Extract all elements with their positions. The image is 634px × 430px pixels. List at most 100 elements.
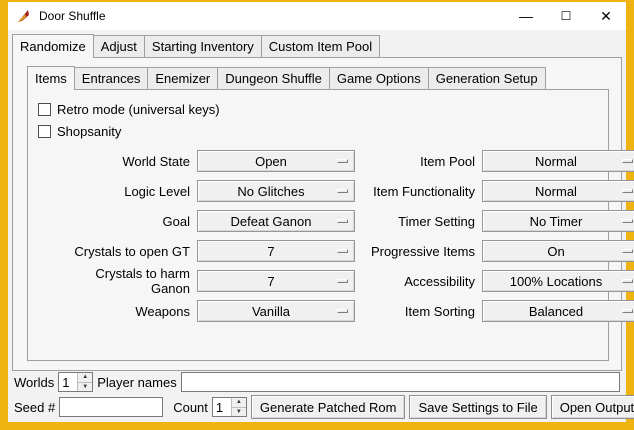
tab-custom-item-pool[interactable]: Custom Item Pool bbox=[261, 35, 380, 57]
tab-game-options[interactable]: Game Options bbox=[329, 67, 429, 89]
worlds-spin-arrows: ▲ ▼ bbox=[77, 373, 92, 391]
window-title: Door Shuffle bbox=[39, 9, 106, 23]
crystals-gt-row: Crystals to open GT 7 bbox=[54, 240, 355, 262]
worlds-spinbox[interactable]: ▲ ▼ bbox=[58, 372, 93, 392]
crystals-gt-dropdown[interactable]: 7 bbox=[197, 240, 355, 262]
logic-level-dropdown[interactable]: No Glitches bbox=[197, 180, 355, 202]
maximize-button[interactable]: ☐ bbox=[546, 2, 586, 30]
count-spinbox[interactable]: ▲ ▼ bbox=[212, 397, 247, 417]
main-tabs: Randomize Adjust Starting Inventory Cust… bbox=[12, 34, 622, 57]
worlds-row: Worlds ▲ ▼ Player names bbox=[14, 372, 620, 392]
open-output-button[interactable]: Open Output Directory bbox=[551, 395, 634, 419]
crystals-ganon-dropdown[interactable]: 7 bbox=[197, 270, 355, 292]
weapons-row: Weapons Vanilla bbox=[54, 300, 355, 322]
item-sorting-value: Balanced bbox=[483, 304, 634, 319]
titlebar: Door Shuffle — ☐ ✕ bbox=[8, 2, 626, 30]
tab-items[interactable]: Items bbox=[27, 66, 75, 90]
item-pool-dropdown[interactable]: Normal bbox=[482, 150, 634, 172]
count-input[interactable] bbox=[213, 398, 231, 416]
sub-tabs: Items Entrances Enemizer Dungeon Shuffle… bbox=[27, 66, 609, 89]
progressive-items-label: Progressive Items bbox=[369, 244, 482, 259]
dropdown-indicator-icon bbox=[337, 309, 348, 313]
bottom-controls: Worlds ▲ ▼ Player names Seed # Count bbox=[12, 372, 622, 420]
item-pool-label: Item Pool bbox=[369, 154, 482, 169]
dropdown-indicator-icon bbox=[622, 219, 633, 223]
shopsanity-label: Shopsanity bbox=[57, 124, 121, 139]
crystals-gt-label: Crystals to open GT bbox=[54, 244, 197, 259]
items-pane: Retro mode (universal keys) Shopsanity W… bbox=[27, 89, 609, 361]
spin-down-icon[interactable]: ▼ bbox=[78, 382, 92, 392]
spin-up-icon[interactable]: ▲ bbox=[78, 373, 92, 382]
crystals-ganon-label: Crystals to harm Ganon bbox=[54, 266, 197, 296]
worlds-label: Worlds bbox=[14, 375, 54, 390]
goal-label: Goal bbox=[54, 214, 197, 229]
dropdown-indicator-icon bbox=[622, 279, 633, 283]
world-state-value: Open bbox=[198, 154, 354, 169]
tab-enemizer[interactable]: Enemizer bbox=[147, 67, 218, 89]
progressive-items-dropdown[interactable]: On bbox=[482, 240, 634, 262]
goal-row: Goal Defeat Ganon bbox=[54, 210, 355, 232]
window-content: Randomize Adjust Starting Inventory Cust… bbox=[8, 30, 626, 422]
dropdown-indicator-icon bbox=[622, 159, 633, 163]
save-settings-button[interactable]: Save Settings to File bbox=[409, 395, 546, 419]
player-names-input[interactable] bbox=[181, 372, 620, 392]
item-sorting-label: Item Sorting bbox=[369, 304, 482, 319]
item-sorting-dropdown[interactable]: Balanced bbox=[482, 300, 634, 322]
dropdown-indicator-icon bbox=[337, 279, 348, 283]
crystals-ganon-row: Crystals to harm Ganon 7 bbox=[54, 270, 355, 292]
shopsanity-checkbox[interactable] bbox=[38, 125, 51, 138]
options-left-column: World State Open Logic Level No Glitches bbox=[54, 150, 355, 322]
item-pool-value: Normal bbox=[483, 154, 634, 169]
timer-setting-value: No Timer bbox=[483, 214, 634, 229]
generate-rom-button[interactable]: Generate Patched Rom bbox=[251, 395, 406, 419]
count-spin-arrows: ▲ ▼ bbox=[231, 398, 246, 416]
minimize-button[interactable]: — bbox=[506, 2, 546, 30]
tab-entrances[interactable]: Entrances bbox=[74, 67, 149, 89]
timer-setting-label: Timer Setting bbox=[369, 214, 482, 229]
options-right-column: Item Pool Normal Item Functionality Norm… bbox=[369, 150, 634, 322]
crystals-gt-value: 7 bbox=[198, 244, 354, 259]
item-sorting-row: Item Sorting Balanced bbox=[369, 300, 634, 322]
weapons-value: Vanilla bbox=[198, 304, 354, 319]
accessibility-row: Accessibility 100% Locations bbox=[369, 270, 634, 292]
tab-dungeon-shuffle[interactable]: Dungeon Shuffle bbox=[217, 67, 330, 89]
tab-adjust[interactable]: Adjust bbox=[93, 35, 145, 57]
logic-level-row: Logic Level No Glitches bbox=[54, 180, 355, 202]
app-icon[interactable] bbox=[16, 8, 32, 24]
seed-row: Seed # Count ▲ ▼ Generate Patched Rom Sa… bbox=[14, 395, 620, 419]
item-functionality-dropdown[interactable]: Normal bbox=[482, 180, 634, 202]
weapons-label: Weapons bbox=[54, 304, 197, 319]
logic-level-label: Logic Level bbox=[54, 184, 197, 199]
seed-input[interactable] bbox=[59, 397, 163, 417]
item-functionality-label: Item Functionality bbox=[369, 184, 482, 199]
shopsanity-row: Shopsanity bbox=[38, 120, 602, 142]
tab-starting-inventory[interactable]: Starting Inventory bbox=[144, 35, 262, 57]
tab-generation-setup[interactable]: Generation Setup bbox=[428, 67, 546, 89]
item-functionality-value: Normal bbox=[483, 184, 634, 199]
accessibility-dropdown[interactable]: 100% Locations bbox=[482, 270, 634, 292]
tab-randomize[interactable]: Randomize bbox=[12, 34, 94, 58]
timer-setting-row: Timer Setting No Timer bbox=[369, 210, 634, 232]
timer-setting-dropdown[interactable]: No Timer bbox=[482, 210, 634, 232]
retro-mode-label: Retro mode (universal keys) bbox=[57, 102, 220, 117]
item-functionality-row: Item Functionality Normal bbox=[369, 180, 634, 202]
spin-down-icon[interactable]: ▼ bbox=[232, 407, 246, 417]
randomize-pane: Items Entrances Enemizer Dungeon Shuffle… bbox=[12, 57, 622, 371]
progressive-items-value: On bbox=[483, 244, 634, 259]
retro-mode-checkbox[interactable] bbox=[38, 103, 51, 116]
goal-dropdown[interactable]: Defeat Ganon bbox=[197, 210, 355, 232]
seed-label: Seed # bbox=[14, 400, 55, 415]
world-state-row: World State Open bbox=[54, 150, 355, 172]
weapons-dropdown[interactable]: Vanilla bbox=[197, 300, 355, 322]
dropdown-indicator-icon bbox=[337, 249, 348, 253]
logic-level-value: No Glitches bbox=[198, 184, 354, 199]
worlds-input[interactable] bbox=[59, 373, 77, 391]
player-names-label: Player names bbox=[97, 375, 176, 390]
world-state-dropdown[interactable]: Open bbox=[197, 150, 355, 172]
retro-mode-row: Retro mode (universal keys) bbox=[38, 98, 602, 120]
dropdown-indicator-icon bbox=[622, 189, 633, 193]
dropdown-indicator-icon bbox=[622, 309, 633, 313]
dropdown-indicator-icon bbox=[337, 219, 348, 223]
spin-up-icon[interactable]: ▲ bbox=[232, 398, 246, 407]
close-button[interactable]: ✕ bbox=[586, 2, 626, 30]
